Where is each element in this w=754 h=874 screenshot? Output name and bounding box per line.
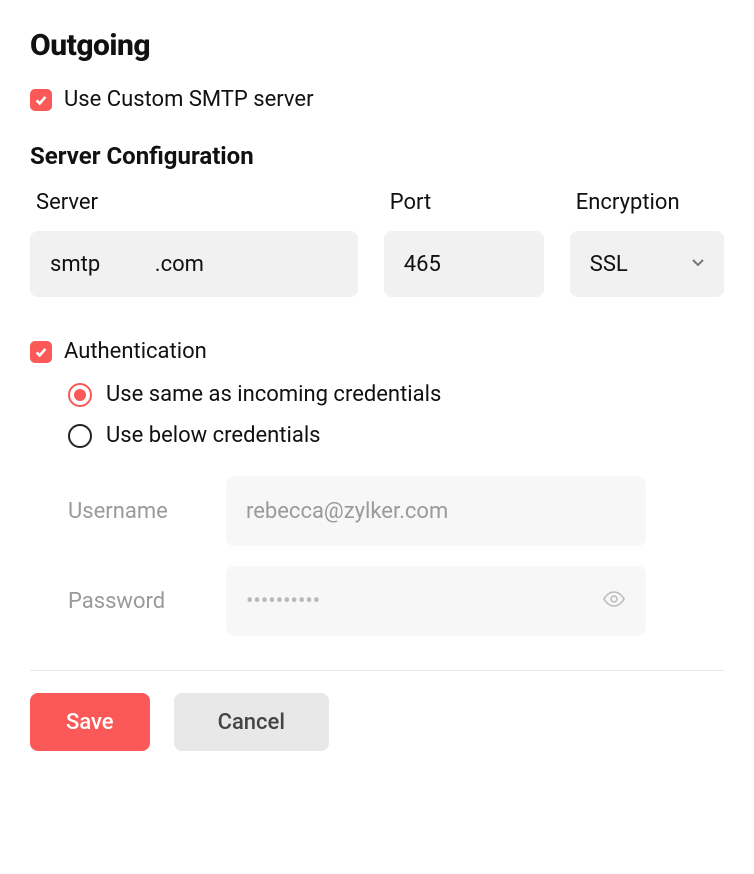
use-custom-smtp-row[interactable]: Use Custom SMTP server [30, 87, 724, 112]
radio-same-credentials[interactable]: Use same as incoming credentials [68, 382, 724, 407]
authentication-row[interactable]: Authentication [30, 339, 724, 364]
password-input[interactable] [226, 566, 646, 636]
server-input[interactable] [30, 231, 358, 297]
server-config-fields: Server Port Encryption [30, 190, 724, 297]
use-custom-smtp-label: Use Custom SMTP server [64, 87, 314, 112]
outgoing-title: Outgoing [30, 28, 724, 63]
cancel-button[interactable]: Cancel [174, 693, 329, 751]
radio-below-label: Use below credentials [106, 423, 321, 448]
radio-same-label: Use same as incoming credentials [106, 382, 441, 407]
divider [30, 670, 724, 671]
username-input[interactable] [226, 476, 646, 546]
password-label: Password [68, 589, 198, 614]
checkbox-checked-icon [30, 341, 52, 363]
encryption-label: Encryption [576, 190, 736, 215]
save-button[interactable]: Save [30, 693, 150, 751]
radio-unselected-icon [68, 424, 92, 448]
port-input[interactable] [384, 231, 544, 297]
server-config-title: Server Configuration [30, 142, 724, 170]
encryption-select[interactable] [570, 231, 724, 297]
radio-selected-icon [68, 383, 92, 407]
eye-icon[interactable] [602, 587, 626, 615]
port-label: Port [390, 190, 544, 215]
authentication-label: Authentication [64, 339, 207, 364]
server-label: Server [36, 190, 358, 215]
username-label: Username [68, 499, 198, 524]
checkbox-checked-icon [30, 89, 52, 111]
radio-below-credentials[interactable]: Use below credentials [68, 423, 724, 448]
